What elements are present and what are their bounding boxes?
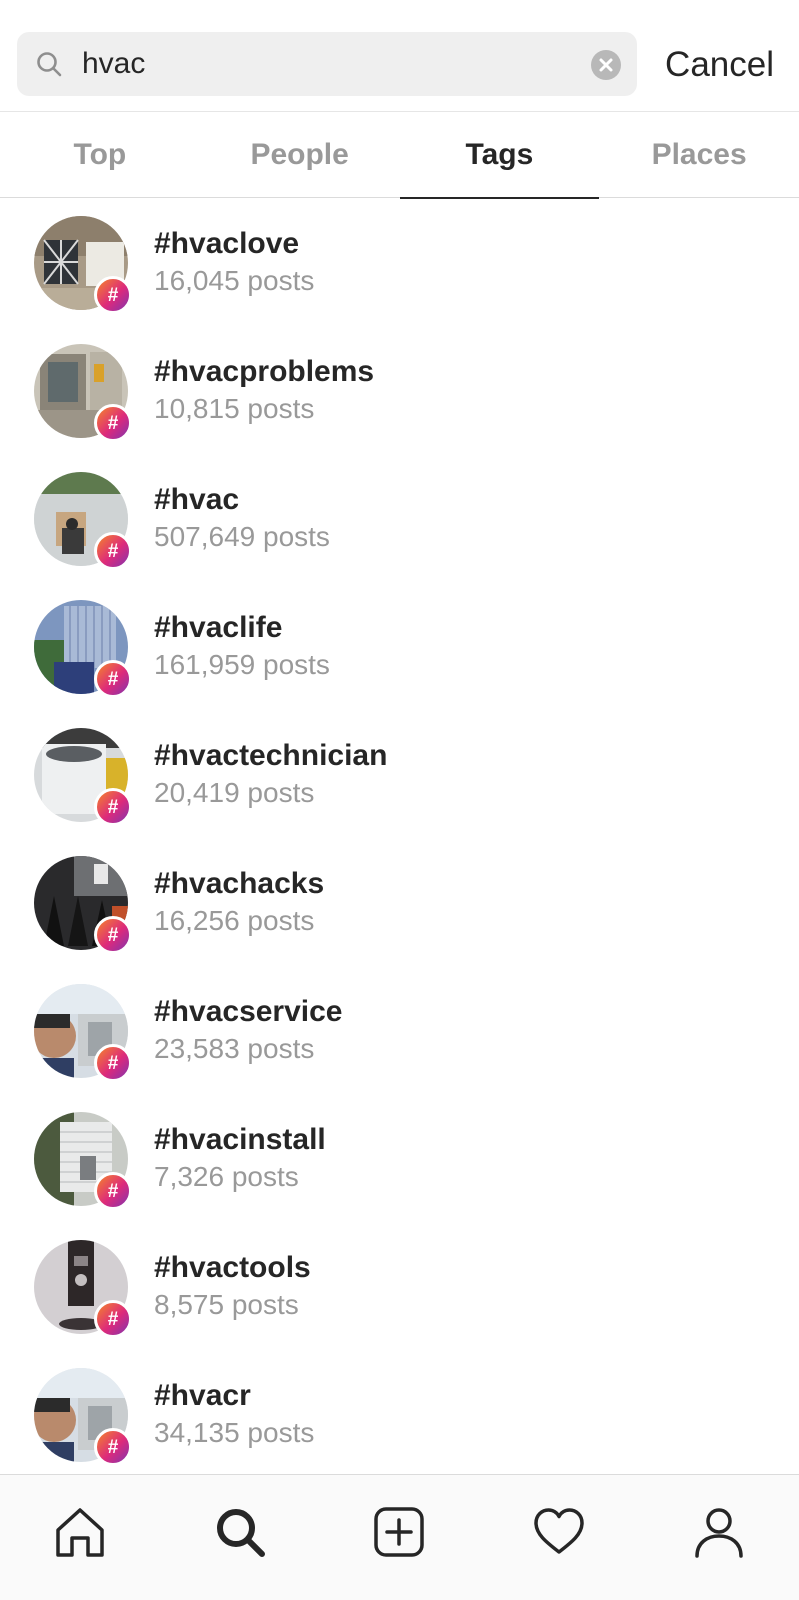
tag-result-row[interactable]: # #hvacproblems 10,815 posts (0, 326, 799, 454)
hashtag-badge-icon: # (94, 788, 132, 826)
search-tabs: Top People Tags Places (0, 112, 799, 199)
tag-result-row[interactable]: # #hvactools 8,575 posts (0, 1222, 799, 1350)
tab-top[interactable]: Top (0, 112, 200, 198)
tag-result-row[interactable]: # #hvac 507,649 posts (0, 454, 799, 582)
add-post-icon (374, 1507, 425, 1557)
tag-result-row[interactable]: # #hvacr 34,135 posts (0, 1350, 799, 1474)
nav-home[interactable] (0, 1475, 160, 1600)
tag-post-count: 161,959 posts (154, 649, 330, 680)
tag-post-count: 23,583 posts (154, 1033, 315, 1064)
search-icon (216, 1509, 265, 1557)
search-icon (37, 52, 62, 77)
tab-places[interactable]: Places (599, 112, 799, 198)
cancel-button[interactable]: Cancel (665, 44, 774, 86)
tag-post-count: 16,256 posts (154, 905, 315, 936)
tag-post-count: 507,649 posts (154, 521, 330, 552)
home-icon (56, 1508, 104, 1557)
search-box[interactable]: hvac (17, 32, 637, 96)
tag-post-count: 34,135 posts (154, 1417, 315, 1448)
tag-name: #hvachacks (154, 867, 325, 900)
hashtag-badge-icon: # (94, 660, 132, 698)
tag-name: #hvacproblems (154, 355, 375, 388)
search-header: hvac Cancel (0, 0, 799, 112)
nav-profile[interactable] (639, 1475, 799, 1600)
tag-name: #hvaclove (154, 227, 300, 260)
tag-post-count: 8,575 posts (154, 1289, 299, 1320)
hashtag-badge-icon: # (94, 1300, 132, 1338)
hashtag-badge-icon: # (94, 276, 132, 314)
tag-post-count: 16,045 posts (154, 265, 315, 296)
tag-post-count: 20,419 posts (154, 777, 315, 808)
hashtag-badge-icon: # (94, 1172, 132, 1210)
hashtag-badge-icon: # (94, 404, 132, 442)
hashtag-badge-icon: # (94, 916, 132, 954)
profile-icon (695, 1508, 743, 1558)
tag-results-list: # #hvaclove 16,045 posts # #hvacproblems… (0, 198, 799, 1474)
tag-name: #hvactechnician (154, 739, 388, 772)
nav-search[interactable] (160, 1475, 320, 1600)
tab-people[interactable]: People (200, 112, 400, 198)
nav-activity[interactable] (479, 1475, 639, 1600)
tag-name: #hvacservice (154, 995, 343, 1028)
tag-result-row[interactable]: # #hvachacks 16,256 posts (0, 838, 799, 966)
tag-name: #hvacinstall (154, 1123, 326, 1156)
tag-name: #hvac (154, 483, 240, 516)
hashtag-badge-icon: # (94, 532, 132, 570)
hashtag-badge-icon: # (94, 1044, 132, 1082)
tag-name: #hvacr (154, 1379, 251, 1412)
heart-icon (534, 1508, 585, 1554)
tag-result-row[interactable]: # #hvaclife 161,959 posts (0, 582, 799, 710)
tag-result-row[interactable]: # #hvaclove 16,045 posts (0, 198, 799, 326)
search-input[interactable]: hvac (82, 46, 145, 82)
clear-search-icon[interactable] (591, 50, 621, 80)
tag-name: #hvaclife (154, 611, 283, 644)
bottom-nav-bar (0, 1474, 799, 1600)
nav-new-post[interactable] (320, 1475, 480, 1600)
tag-post-count: 7,326 posts (154, 1161, 299, 1192)
tag-result-row[interactable]: # #hvacinstall 7,326 posts (0, 1094, 799, 1222)
tag-result-row[interactable]: # #hvactechnician 20,419 posts (0, 710, 799, 838)
tag-result-row[interactable]: # #hvacservice 23,583 posts (0, 966, 799, 1094)
tag-name: #hvactools (154, 1251, 311, 1284)
tab-tags[interactable]: Tags (399, 112, 600, 199)
hashtag-badge-icon: # (94, 1428, 132, 1466)
tag-post-count: 10,815 posts (154, 393, 315, 424)
